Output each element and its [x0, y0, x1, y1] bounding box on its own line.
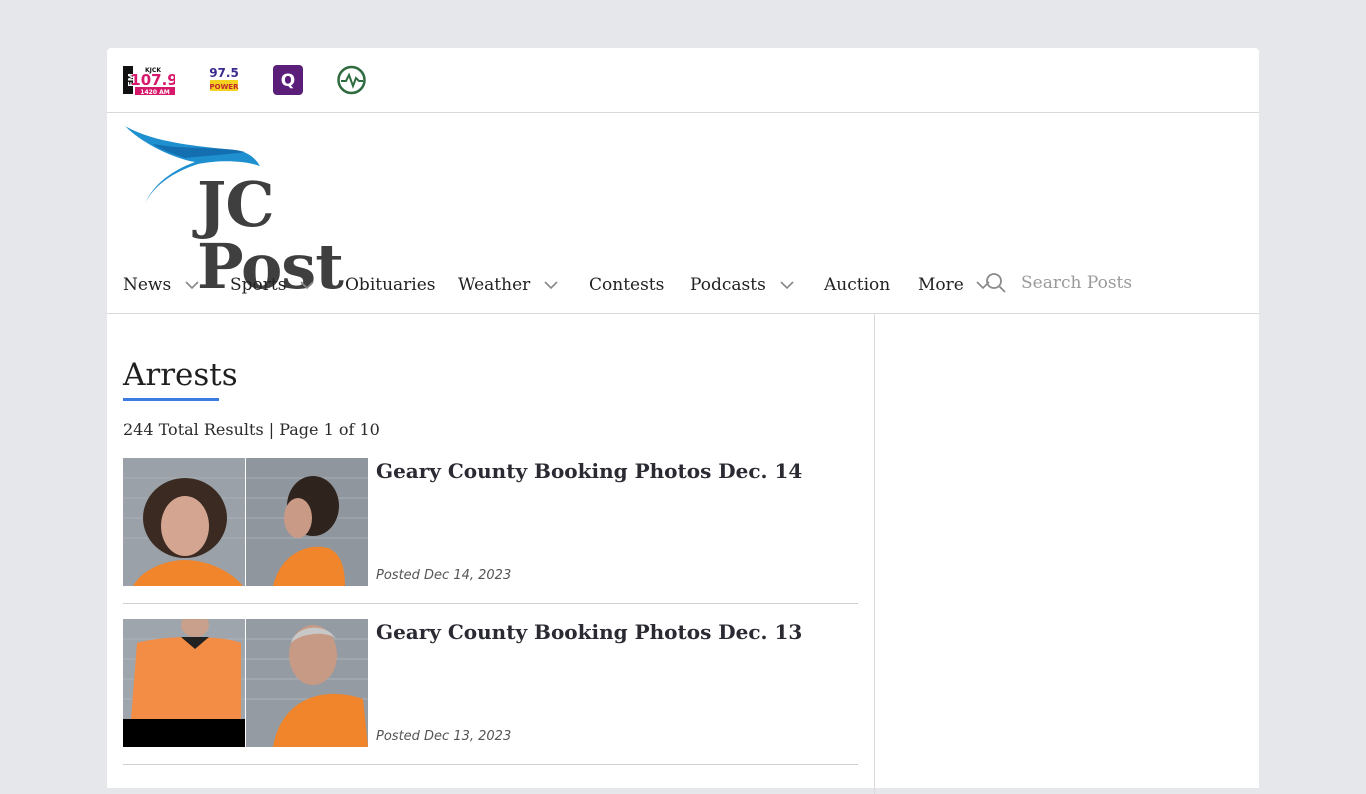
post-date: Posted Dec 13, 2023 — [376, 729, 512, 744]
kjck-107-9-logo[interactable]: FM KJCK 107.9 1420 AM — [123, 64, 175, 96]
pulse-logo[interactable] — [336, 64, 367, 96]
svg-text:POWER: POWER — [210, 83, 239, 91]
sidebar-divider — [874, 314, 875, 794]
page-card: FM KJCK 107.9 1420 AM 97.5 POWER Q JC Po… — [107, 48, 1259, 794]
list-item: Geary County Booking Photos Dec. 14 Post… — [123, 458, 858, 604]
post-date: Posted Dec 14, 2023 — [376, 568, 512, 583]
search-icon[interactable] — [985, 272, 1007, 294]
q-logo[interactable]: Q — [273, 64, 303, 96]
post-title-link[interactable]: Geary County Booking Photos Dec. 13 — [376, 620, 802, 644]
site-logo[interactable]: JC Post — [123, 124, 433, 298]
svg-text:Q: Q — [281, 71, 295, 91]
nav-item-auction[interactable]: Auction — [824, 275, 890, 295]
svg-text:107.9: 107.9 — [130, 71, 175, 89]
chevron-down-icon — [185, 280, 199, 289]
nav-item-contests[interactable]: Contests — [589, 275, 664, 295]
page-title: Arrests — [123, 357, 238, 393]
post-thumbnail[interactable] — [123, 619, 368, 747]
svg-text:97.5: 97.5 — [209, 66, 239, 80]
chevron-down-icon — [300, 280, 315, 289]
nav-item-more[interactable]: More — [918, 275, 990, 295]
results-count: 244 Total Results | Page 1 of 10 — [123, 420, 380, 439]
title-underline — [123, 398, 219, 401]
svg-text:1420 AM: 1420 AM — [140, 89, 169, 96]
list-item: Geary County Booking Photos Dec. 13 Post… — [123, 619, 858, 765]
search-box[interactable] — [985, 272, 1181, 294]
nav-item-news[interactable]: News — [123, 275, 199, 295]
main-nav: News Sports Obituaries Weather Contests … — [107, 268, 1259, 314]
post-title-link[interactable]: Geary County Booking Photos Dec. 14 — [376, 459, 802, 483]
nav-item-sports[interactable]: Sports — [230, 275, 315, 295]
chevron-down-icon — [780, 280, 794, 289]
nav-item-weather[interactable]: Weather — [458, 275, 558, 295]
search-input[interactable] — [1021, 273, 1181, 293]
post-thumbnail[interactable] — [123, 458, 368, 586]
nav-item-obituaries[interactable]: Obituaries — [345, 275, 436, 295]
nav-item-podcasts[interactable]: Podcasts — [690, 275, 794, 295]
station-bar: FM KJCK 107.9 1420 AM 97.5 POWER Q — [107, 48, 1259, 113]
chevron-down-icon — [544, 280, 558, 289]
97-5-logo[interactable]: 97.5 POWER — [209, 64, 239, 96]
